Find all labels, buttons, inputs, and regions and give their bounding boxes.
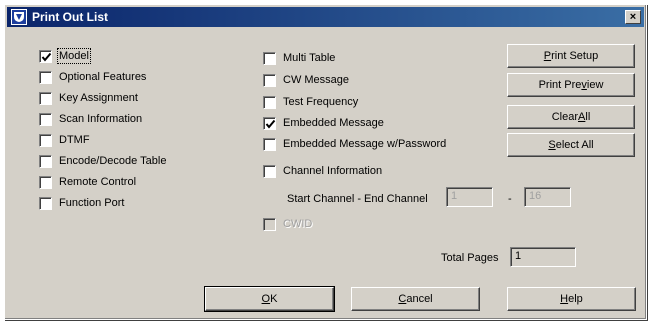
checkbox-label: Optional Features <box>59 71 147 83</box>
checkbox-label: Test Frequency <box>283 96 359 108</box>
checkbox-box[interactable] <box>39 134 52 147</box>
checkbox-box[interactable] <box>39 113 52 126</box>
checkbox-label: CW Message <box>283 74 350 86</box>
checkbox-label: Scan Information <box>59 113 143 125</box>
checkbox-label: DTMF <box>59 134 90 146</box>
title-bar[interactable]: Print Out List × <box>7 7 644 27</box>
checkbox-box[interactable] <box>263 117 276 130</box>
cancel-button[interactable]: Cancel <box>351 287 480 311</box>
select-all-button[interactable]: Select All <box>507 133 635 157</box>
checkbox-box[interactable] <box>263 138 276 151</box>
clear-all-button[interactable]: Clear All <box>507 105 635 129</box>
checkbox-box[interactable] <box>39 197 52 210</box>
button-accelerator: O <box>261 293 271 305</box>
print-setup-button[interactable]: Print Setup <box>507 44 635 68</box>
total-pages-field: 1 <box>510 247 576 267</box>
checkbox-box[interactable] <box>263 52 276 65</box>
checkbox-box[interactable] <box>39 176 52 189</box>
checkbox-box[interactable] <box>39 155 52 168</box>
ok-button[interactable]: OK <box>204 286 335 312</box>
checkbox-box[interactable] <box>39 92 52 105</box>
channel-range-separator: - <box>508 193 512 205</box>
button-label-part: K <box>270 293 278 305</box>
checkbox-label: Model <box>57 48 91 64</box>
button-label-part: rint Setup <box>551 50 599 62</box>
button-label-part: Print Pre <box>538 79 582 91</box>
button-label-part: elect All <box>555 139 594 151</box>
print-preview-button[interactable]: Print Pre v iew <box>507 73 635 97</box>
channel-range-label: Start Channel - End Channel <box>287 193 428 205</box>
print-out-list-dialog: Print Out List × Model Optional Features… <box>4 4 647 320</box>
checkbox-label: Encode/Decode Table <box>59 155 167 167</box>
button-accelerator: S <box>548 139 556 151</box>
checkbox-box[interactable] <box>39 50 52 63</box>
checkbox-label: Key Assignment <box>59 92 138 104</box>
button-label-part: iew <box>586 79 604 91</box>
checkbox-box[interactable] <box>263 74 276 87</box>
button-accelerator: A <box>578 111 586 123</box>
app-shield-icon <box>11 9 27 25</box>
total-pages-label: Total Pages <box>441 252 499 264</box>
end-channel-input[interactable]: 16 <box>524 187 571 207</box>
help-button[interactable]: Help <box>507 287 636 311</box>
checkbox-label: CWID <box>283 218 313 230</box>
button-accelerator: C <box>398 293 407 305</box>
checkbox-label: Embedded Message <box>283 117 384 129</box>
button-label-part: elp <box>568 293 583 305</box>
checkbox-box[interactable] <box>263 96 276 109</box>
button-label-part: ll <box>585 111 591 123</box>
close-icon: × <box>629 11 637 23</box>
button-label-part: Clear <box>551 111 579 123</box>
checkbox-label: Channel Information <box>283 165 383 177</box>
checkbox-label: Multi Table <box>283 52 336 64</box>
checkbox-box[interactable] <box>39 71 52 84</box>
button-accelerator: P <box>543 50 552 62</box>
button-label-part: ancel <box>406 293 433 305</box>
checkbox-label: Function Port <box>59 197 125 209</box>
button-accelerator: H <box>560 293 569 305</box>
start-channel-input[interactable]: 1 <box>446 187 493 207</box>
checkbox-box[interactable] <box>263 165 276 178</box>
window-title: Print Out List <box>32 10 108 24</box>
close-button[interactable]: × <box>625 10 641 24</box>
checkbox-box[interactable] <box>263 218 276 231</box>
checkbox-label: Embedded Message w/Password <box>283 138 447 150</box>
checkbox-label: Remote Control <box>59 176 137 188</box>
